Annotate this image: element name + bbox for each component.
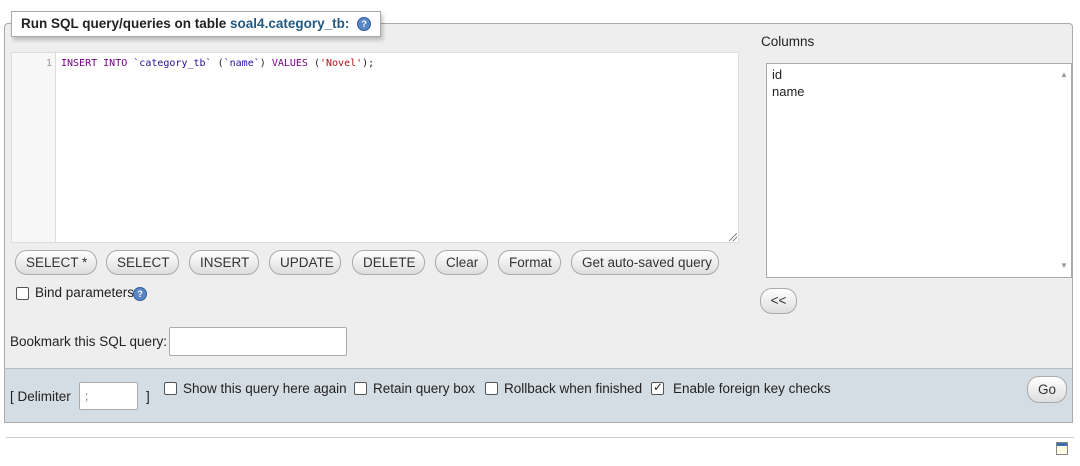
resize-handle[interactable] [729, 233, 737, 241]
insert-button[interactable]: INSERT [189, 250, 259, 275]
go-button[interactable]: Go [1027, 376, 1067, 403]
update-button[interactable]: UPDATE [269, 250, 341, 275]
columns-title: Columns [761, 34, 815, 49]
get-autosaved-query-button[interactable]: Get auto-saved query [571, 250, 719, 275]
editor-gutter: 1 [12, 53, 56, 242]
delimiter-label: [ Delimiter [10, 389, 71, 404]
columns-list[interactable]: id name ▲ ▼ [766, 63, 1072, 278]
format-button[interactable]: Format [498, 250, 561, 275]
sql-paren: ); [362, 58, 375, 69]
sql-keyword-into: INTO [103, 58, 128, 69]
delimiter-bracket-close: ] [146, 389, 150, 404]
help-icon[interactable]: ? [133, 287, 147, 301]
sql-column-name: `name` [223, 58, 260, 69]
sql-keyword-insert: INSERT [61, 58, 98, 69]
sql-code[interactable]: INSERT INTO `category_tb` (`name`) VALUE… [61, 58, 374, 69]
bind-parameters-checkbox[interactable] [16, 287, 29, 300]
insert-column-button[interactable]: << [760, 288, 797, 314]
rollback-checkbox[interactable] [485, 382, 498, 395]
delete-button[interactable]: DELETE [352, 250, 425, 275]
console-icon[interactable] [1056, 442, 1068, 455]
foreign-key-checks-checkbox[interactable] [651, 380, 664, 395]
bind-parameters-label: Bind parameters [35, 285, 135, 300]
sql-table-name: `category_tb` [133, 58, 212, 69]
column-option-id[interactable]: id [772, 67, 1071, 84]
scroll-down-icon[interactable]: ▼ [1060, 258, 1068, 275]
sql-paren: ) [259, 58, 266, 69]
retain-query-box-label: Retain query box [373, 381, 476, 396]
select-button[interactable]: SELECT [106, 250, 179, 275]
columns-scrollbar[interactable]: ▲ ▼ [1058, 65, 1070, 276]
sql-keyword-values: VALUES [271, 58, 308, 69]
legend-table-name[interactable]: soal4.category_tb: [230, 16, 349, 31]
rollback-label: Rollback when finished [504, 381, 643, 396]
scroll-up-icon[interactable]: ▲ [1060, 67, 1068, 84]
sql-editor[interactable]: 1 INSERT INTO `category_tb` (`name`) VAL… [11, 52, 739, 243]
column-option-name[interactable]: name [772, 84, 1071, 101]
foreign-key-checks-label: Enable foreign key checks [673, 381, 831, 396]
show-query-again-label: Show this query here again [183, 381, 347, 396]
clear-button[interactable]: Clear [435, 250, 488, 275]
show-query-again-checkbox[interactable] [164, 382, 177, 395]
sql-string-value: 'Novel' [320, 58, 363, 69]
help-icon[interactable]: ? [357, 17, 372, 32]
delimiter-input[interactable] [79, 382, 138, 410]
select-star-button[interactable]: SELECT * [15, 250, 97, 275]
bookmark-input[interactable] [169, 327, 347, 356]
line-number: 1 [45, 58, 52, 69]
sql-query-legend: Run SQL query/queries on table soal4.cat… [11, 11, 382, 37]
retain-query-box-checkbox[interactable] [354, 382, 367, 395]
legend-prefix: Run SQL query/queries on table [21, 16, 231, 31]
divider [6, 437, 1074, 438]
bookmark-label: Bookmark this SQL query: [10, 334, 168, 349]
